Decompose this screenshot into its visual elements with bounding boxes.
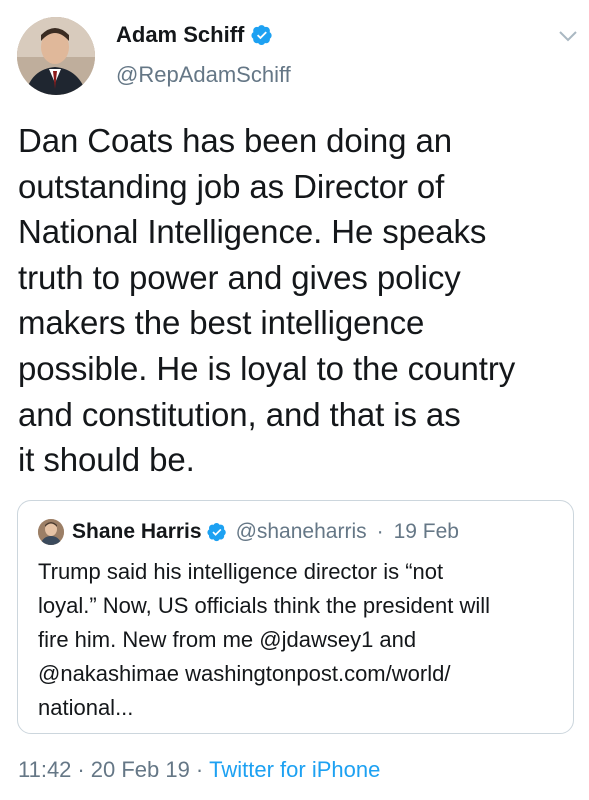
quoted-tweet-header: Shane Harris @shaneharris · 19 Feb: [38, 519, 459, 545]
quoted-tweet-line: loyal.” Now, US officials think the pres…: [38, 593, 491, 618]
tweet-text: Dan Coats has been doing an outstanding …: [18, 118, 578, 483]
separator-dot: ·: [195, 757, 204, 782]
tweet-line: truth to power and gives policy: [18, 258, 461, 296]
author-name[interactable]: Adam Schiff: [116, 22, 244, 48]
chevron-down-icon[interactable]: [558, 30, 578, 42]
quoted-tweet-card[interactable]: Shane Harris @shaneharris · 19 Feb Trump…: [17, 500, 574, 734]
quoted-avatar: [38, 519, 64, 545]
tweet-time[interactable]: 11:42: [18, 757, 71, 782]
quoted-author-name[interactable]: Shane Harris: [72, 520, 202, 544]
quoted-tweet-text: Trump said his intelligence director is …: [38, 555, 558, 725]
tweet-line: it should be.: [18, 441, 195, 479]
quoted-tweet-line: Trump said his intelligence director is …: [38, 559, 444, 584]
tweet-line: possible. He is loyal to the country: [18, 349, 516, 387]
tweet-line: Dan Coats has been doing an: [18, 122, 452, 159]
tweet-line: makers the best intelligence: [18, 304, 425, 342]
tweet-line: outstanding job as Director of: [18, 167, 445, 205]
quoted-tweet-date[interactable]: 19 Feb: [394, 520, 459, 544]
quoted-tweet-line: @nakashimae washingtonpost.com/world/: [38, 661, 451, 686]
tweet-line: National Intelligence. He speaks: [18, 213, 487, 251]
verified-badge-icon: [251, 25, 272, 46]
author-handle[interactable]: @RepAdamSchiff: [116, 62, 291, 88]
separator-dot: ·: [77, 757, 85, 782]
tweet-date[interactable]: 20 Feb 19: [91, 757, 190, 782]
quoted-author-handle[interactable]: @shaneharris: [236, 520, 367, 544]
avatar[interactable]: [17, 17, 95, 95]
separator-dot: ·: [376, 520, 384, 543]
tweet-line: and constitution, and that is as: [18, 395, 461, 433]
tweet-footer: 11:42 · 20 Feb 19 · Twitter for iPhone: [18, 757, 380, 783]
author-name-row[interactable]: Adam Schiff: [116, 22, 273, 48]
quoted-tweet-line: fire him. New from me @jdawsey1 and: [38, 627, 417, 652]
quoted-tweet-line: national...: [38, 695, 134, 720]
tweet-source-link[interactable]: Twitter for iPhone: [209, 757, 380, 782]
verified-badge-icon: [206, 523, 226, 542]
